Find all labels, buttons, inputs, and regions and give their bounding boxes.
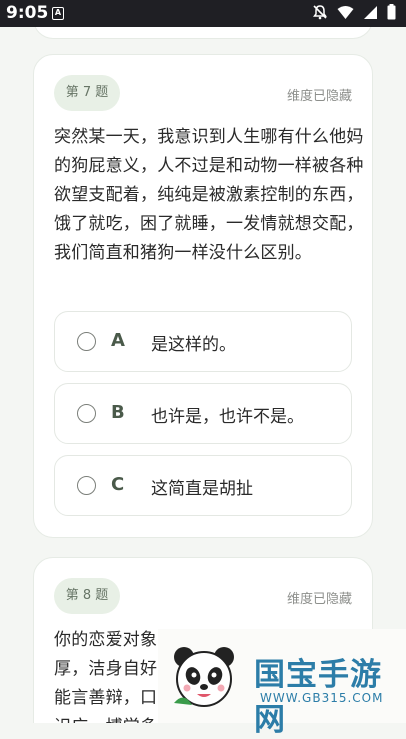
option-b[interactable]: B 也许是，也许不是。 — [54, 383, 352, 444]
option-c[interactable]: C 这简直是胡扯 — [54, 455, 352, 516]
option-text: 这简直是胡扯 — [151, 479, 253, 499]
site-watermark: 国宝手游网 WWW.GB315.COM — [158, 629, 406, 738]
option-text: 也许是，也许不是。 — [151, 407, 304, 427]
signal-icon — [364, 5, 377, 19]
option-letter: B — [111, 402, 125, 423]
question-number-badge: 第 8 题 — [54, 578, 120, 614]
question-number-badge: 第 7 题 — [54, 75, 120, 111]
option-letter: C — [111, 474, 125, 495]
radio-circle-icon[interactable] — [77, 404, 96, 423]
questionnaire-list[interactable]: 第 7 题 维度已隐藏 突然某一天，我意识到人生哪有什么他妈的狗屁意义，人不过是… — [0, 27, 406, 723]
battery-icon — [387, 4, 396, 20]
app-notification-icon: A — [52, 7, 64, 20]
question-text: 突然某一天，我意识到人生哪有什么他妈的狗屁意义，人不过是和动物一样被各种欲望支配… — [54, 127, 364, 263]
status-icons — [312, 4, 396, 20]
status-bar: 9:05 A — [0, 0, 406, 27]
question-card-7: 第 7 题 维度已隐藏 突然某一天，我意识到人生哪有什么他妈的狗屁意义，人不过是… — [33, 54, 373, 538]
radio-circle-icon[interactable] — [77, 332, 96, 351]
option-a[interactable]: A 是这样的。 — [54, 311, 352, 372]
watermark-url: WWW.GB315.COM — [260, 691, 384, 705]
option-letter: A — [111, 330, 125, 351]
dimension-hidden-label: 维度已隐藏 — [286, 89, 352, 104]
panda-logo-icon — [174, 647, 234, 707]
radio-circle-icon[interactable] — [77, 476, 96, 495]
previous-question-card — [33, 27, 373, 39]
status-time: 9:05 — [6, 3, 49, 23]
wifi-icon — [337, 5, 354, 19]
option-text: 是这样的。 — [151, 335, 236, 355]
dimension-hidden-label: 维度已隐藏 — [286, 592, 352, 607]
mute-icon — [313, 5, 327, 20]
